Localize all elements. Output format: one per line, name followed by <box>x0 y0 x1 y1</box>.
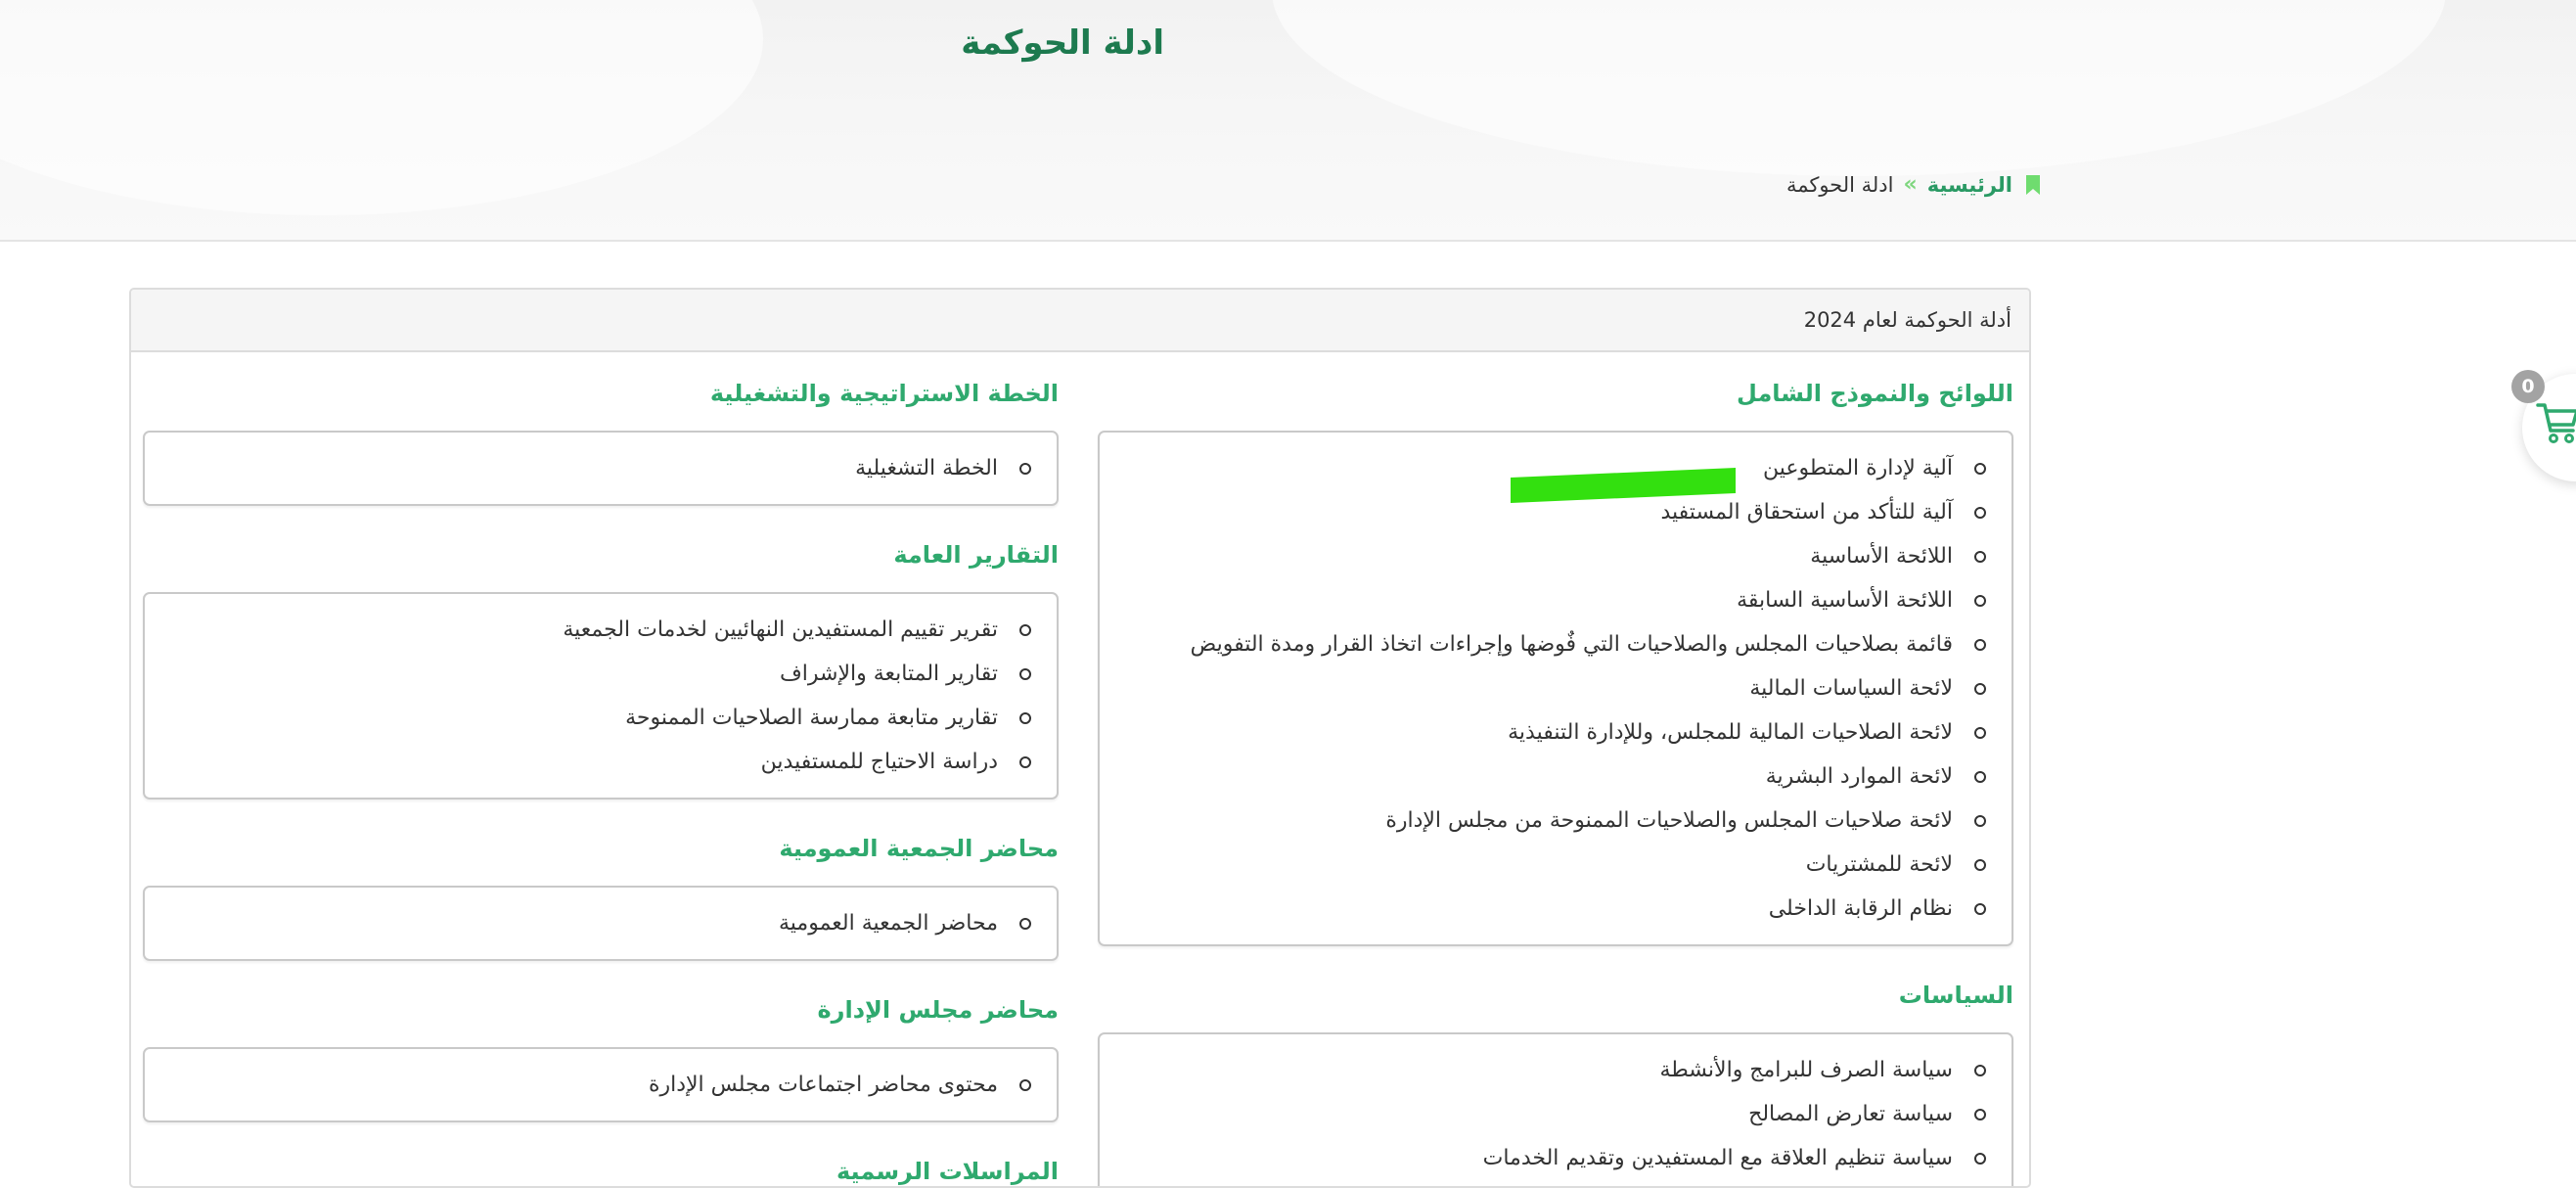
section-title: محاضر الجمعية العمومية <box>779 835 1059 862</box>
document-link[interactable]: اللائحة الأساسية <box>1810 544 1953 569</box>
bullet-icon <box>1974 638 1986 651</box>
document-link[interactable]: سياسة تنظيم العلاقة مع المستفيدين وتقديم… <box>1483 1146 1953 1170</box>
document-link[interactable]: الخطة التشغيلية <box>855 456 998 480</box>
bullet-icon <box>1974 550 1986 563</box>
bullet-icon <box>1974 770 1986 783</box>
document-list: آلية لإدارة المتطوعين آلية للتأكد من استح… <box>1119 446 1986 931</box>
section-title: اللوائح والنموذج الشامل <box>1737 380 2013 407</box>
document-list-item: لائحة صلاحيات المجلس والصلاحيات الممنوحة… <box>1119 799 1986 843</box>
bullet-icon <box>1019 623 1031 636</box>
document-list-item: دراسة الاحتياج للمستفيدين <box>164 740 1031 784</box>
document-list-item: تقارير المتابعة والإشراف <box>164 652 1031 696</box>
section-title: التقارير العامة <box>893 541 1059 569</box>
document-list-box: الخطة التشغيلية <box>143 431 1059 506</box>
page-header: ادلة الحوكمة الرئيسية » ادلة الحوكمة <box>0 0 2576 242</box>
document-list: تقرير تقييم المستفيدين النهائيين لخدمات … <box>164 608 1031 784</box>
document-link[interactable]: نظام الرقابة الداخلى <box>1769 896 1953 921</box>
section-title: الخطة الاستراتيجية والتشغيلية <box>709 380 1059 407</box>
document-list: سياسة الصرف للبرامج والأنشطة سياسة تعارض … <box>1119 1048 1986 1180</box>
bullet-icon <box>1974 1152 1986 1165</box>
document-list-item: سياسة الصرف للبرامج والأنشطة <box>1119 1048 1986 1092</box>
document-list-item: تقارير متابعة ممارسة الصلاحيات الممنوحة <box>164 696 1031 740</box>
cart-count-badge: 0 <box>2511 370 2545 403</box>
breadcrumb-home-link[interactable]: الرئيسية <box>1927 173 2012 197</box>
document-list-item: لائحة السياسات المالية <box>1119 666 1986 710</box>
document-link[interactable]: لائحة الصلاحيات المالية للمجلس، وللإدارة… <box>1508 720 1953 745</box>
document-link[interactable]: تقارير متابعة ممارسة الصلاحيات الممنوحة <box>625 706 998 730</box>
bookmark-icon <box>2026 174 2040 195</box>
document-list-item: اللائحة الأساسية السابقة <box>1119 578 1986 622</box>
document-list-item: الخطة التشغيلية <box>164 446 1031 490</box>
shopping-cart-icon <box>2536 403 2576 443</box>
document-link[interactable]: لائحة صلاحيات المجلس والصلاحيات الممنوحة… <box>1385 808 1953 833</box>
bullet-icon <box>1019 755 1031 768</box>
section-title: السياسات <box>1898 982 2013 1009</box>
document-list-item: محاضر الجمعية العمومية <box>164 901 1031 945</box>
document-link[interactable]: قائمة بصلاحيات المجلس والصلاحيات التي فٌ… <box>1191 632 1953 657</box>
bullet-icon <box>1974 1064 1986 1076</box>
section-title: محاضر مجلس الإدارة <box>817 996 1059 1024</box>
document-list-item: تقرير تقييم المستفيدين النهائيين لخدمات … <box>164 608 1031 652</box>
document-link[interactable]: سياسة الصرف للبرامج والأنشطة <box>1659 1058 1953 1082</box>
document-list-item: قائمة بصلاحيات المجلس والصلاحيات التي فٌ… <box>1119 622 1986 666</box>
bullet-icon <box>1019 462 1031 475</box>
bullet-icon <box>1974 594 1986 607</box>
bullet-icon <box>1974 462 1986 475</box>
document-link[interactable]: محتوى محاضر اجتماعات مجلس الإدارة <box>649 1073 998 1097</box>
document-list-item: محتوى محاضر اجتماعات مجلس الإدارة <box>164 1063 1031 1107</box>
bullet-icon <box>1019 711 1031 724</box>
breadcrumb-separator: » <box>1903 172 1918 197</box>
breadcrumb-current: ادلة الحوكمة <box>1785 172 1894 197</box>
bullet-icon <box>1019 1078 1031 1091</box>
breadcrumb: الرئيسية » ادلة الحوكمة <box>1786 172 2040 197</box>
bullet-icon <box>1974 506 1986 519</box>
document-list-item: اللائحة الأساسية <box>1119 534 1986 578</box>
bullet-icon <box>1974 858 1986 871</box>
document-list: الخطة التشغيلية <box>164 446 1031 490</box>
panel-heading: أدلة الحوكمة لعام 2024 <box>131 290 2029 352</box>
document-link[interactable]: آلية لإدارة المتطوعين <box>1763 456 1953 480</box>
left-column: الخطة الاستراتيجية والتشغيلية الخطة التشغ… <box>143 374 1059 1186</box>
document-link[interactable]: اللائحة الأساسية السابقة <box>1737 588 1953 613</box>
document-list-box: محتوى محاضر اجتماعات مجلس الإدارة <box>143 1047 1059 1122</box>
header-background-decoration <box>1272 0 2446 176</box>
document-link[interactable]: محاضر الجمعية العمومية <box>779 911 998 936</box>
bullet-icon <box>1974 726 1986 739</box>
bullet-icon <box>1019 667 1031 680</box>
document-link[interactable]: لائحة الموارد البشرية <box>1766 764 1953 789</box>
bullet-icon <box>1974 682 1986 695</box>
document-list-item: لائحة للمشتريات <box>1119 843 1986 887</box>
document-list: محاضر الجمعية العمومية <box>164 901 1031 945</box>
bullet-icon <box>1019 917 1031 930</box>
document-list-item: سياسة تعارض المصالح <box>1119 1092 1986 1136</box>
document-list-item: لائحة الصلاحيات المالية للمجلس، وللإدارة… <box>1119 710 1986 754</box>
section-title: المراسلات الرسمية <box>836 1158 1059 1185</box>
document-list-item: نظام الرقابة الداخلى <box>1119 887 1986 931</box>
document-link[interactable]: لائحة للمشتريات <box>1806 852 1953 877</box>
document-list-box: سياسة الصرف للبرامج والأنشطة سياسة تعارض … <box>1098 1032 2013 1186</box>
document-list-item: لائحة الموارد البشرية <box>1119 754 1986 799</box>
governance-panel: أدلة الحوكمة لعام 2024 اللوائح والنموذج … <box>129 288 2031 1188</box>
document-list-box: تقرير تقييم المستفيدين النهائيين لخدمات … <box>143 592 1059 800</box>
bullet-icon <box>1974 902 1986 915</box>
page-title: ادلة الحوكمة <box>961 23 1164 63</box>
bullet-icon <box>1974 1108 1986 1120</box>
document-list: محتوى محاضر اجتماعات مجلس الإدارة <box>164 1063 1031 1107</box>
document-link[interactable]: سياسة تعارض المصالح <box>1748 1102 1953 1126</box>
document-link[interactable]: تقرير تقييم المستفيدين النهائيين لخدمات … <box>563 617 998 642</box>
document-link[interactable]: لائحة السياسات المالية <box>1749 676 1953 701</box>
document-link[interactable]: دراسة الاحتياج للمستفيدين <box>761 750 998 774</box>
document-link[interactable]: تقارير المتابعة والإشراف <box>780 662 998 686</box>
document-list-box: محاضر الجمعية العمومية <box>143 886 1059 961</box>
document-list-item: سياسة تنظيم العلاقة مع المستفيدين وتقديم… <box>1119 1136 1986 1180</box>
highlight-mark <box>1511 468 1736 503</box>
header-background-decoration <box>0 0 763 215</box>
bullet-icon <box>1974 814 1986 827</box>
